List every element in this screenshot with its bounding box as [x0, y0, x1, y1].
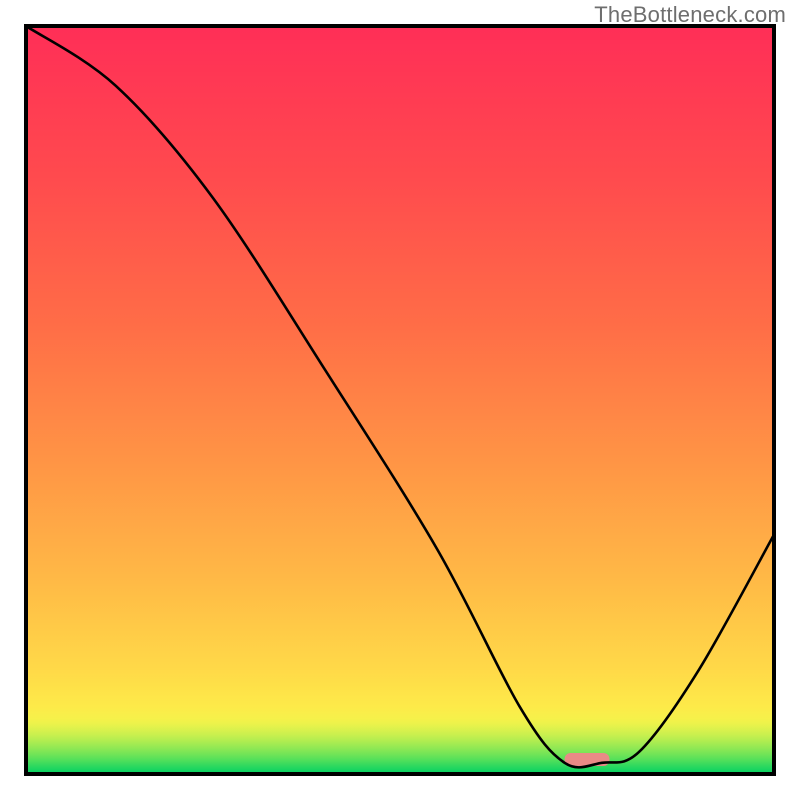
bottleneck-chart: [0, 0, 800, 800]
chart-frame: TheBottleneck.com: [0, 0, 800, 800]
watermark: TheBottleneck.com: [594, 2, 786, 28]
plot-area: [26, 26, 774, 774]
target-range-marker: [565, 753, 610, 766]
